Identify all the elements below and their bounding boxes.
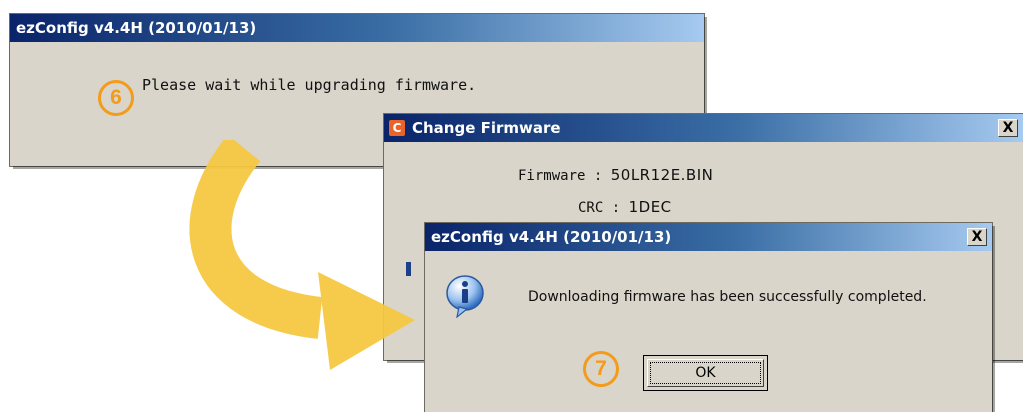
close-button[interactable]: X bbox=[967, 228, 987, 246]
window-title: ezConfig v4.4H (2010/01/13) bbox=[425, 223, 992, 251]
step-6-badge: 6 bbox=[98, 80, 134, 116]
crc-label: CRC : bbox=[578, 200, 621, 216]
app-icon: C bbox=[389, 120, 405, 136]
crc-row: CRC : 1DEC bbox=[578, 198, 672, 216]
ok-button[interactable]: OK bbox=[643, 355, 768, 391]
success-message: Downloading firmware has been successful… bbox=[528, 289, 927, 305]
window-title: ezConfig v4.4H (2010/01/13) bbox=[10, 14, 704, 42]
window-title: Change Firmware bbox=[384, 114, 1023, 142]
success-dialog: ezConfig v4.4H (2010/01/13) X Downloadin… bbox=[425, 223, 992, 412]
flow-arrow-icon bbox=[189, 140, 415, 370]
crc-value: 1DEC bbox=[628, 198, 672, 216]
step-7-badge: 7 bbox=[583, 351, 619, 387]
ok-label: OK bbox=[647, 359, 764, 387]
wait-message: Please wait while upgrading firmware. bbox=[142, 76, 477, 94]
firmware-label: Firmware : bbox=[518, 168, 603, 184]
firmware-row: Firmware : 50LR12E.BIN bbox=[518, 166, 713, 184]
info-icon bbox=[446, 275, 484, 318]
close-button[interactable]: X bbox=[998, 119, 1018, 137]
firmware-value: 50LR12E.BIN bbox=[610, 166, 714, 184]
